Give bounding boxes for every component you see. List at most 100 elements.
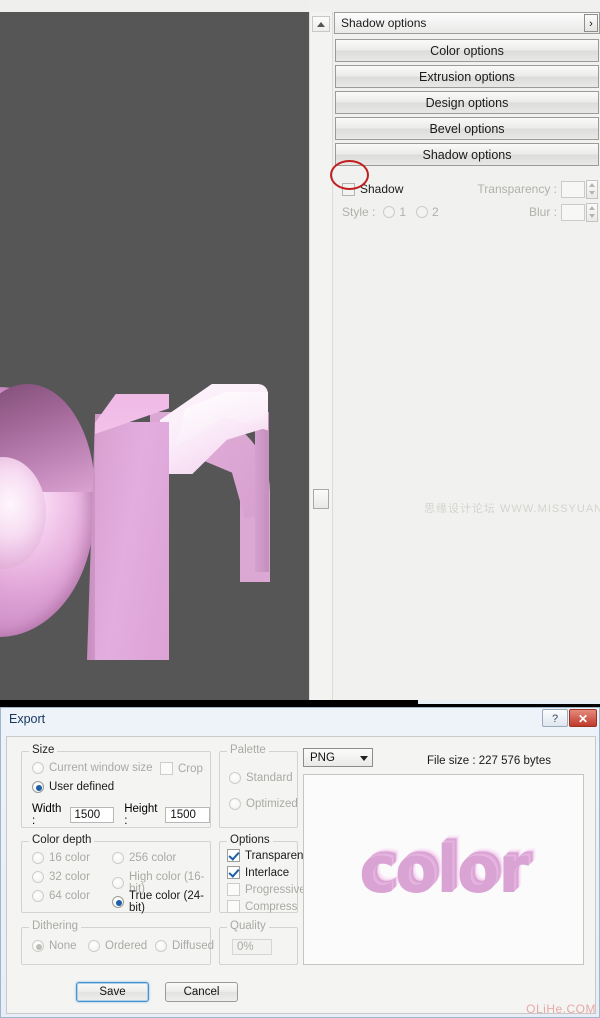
compress-checkbox[interactable] [227,900,240,913]
palette-standard-label: Standard [246,772,293,784]
format-select-value: PNG [304,752,335,764]
dither-diffused-radio[interactable] [155,940,167,952]
export-preview-word: color [359,831,528,908]
file-size-label: File size : 227 576 bytes [427,755,551,767]
shadow-style-radio-1[interactable] [383,206,395,218]
export-dialog-title: Export [9,712,45,726]
color-64-radio[interactable] [32,890,44,902]
color-256-option[interactable]: 256 color [112,852,176,864]
panel-title-label: Shadow options [335,16,426,30]
artwork-letter-r-arm-edge [255,412,269,572]
quality-group-caption: Quality [227,920,269,932]
dithering-group-caption: Dithering [29,920,81,932]
height-input[interactable]: 1500 [165,807,210,823]
dither-ordered-radio[interactable] [88,940,100,952]
shadow-style-label: Style : [342,205,375,219]
crop-checkbox[interactable] [160,762,173,775]
transparency-control: Transparency : [477,180,598,199]
blur-spinner[interactable] [561,203,598,222]
color-depth-group: Color depth 16 color 256 color 32 color … [21,841,211,913]
artwork-canvas[interactable] [0,12,309,700]
spinner-up-icon [589,183,595,187]
palette-optimized-radio[interactable] [229,798,241,810]
dither-none-option[interactable]: None [32,940,77,952]
shadow-style-radio-2[interactable] [416,206,428,218]
panel-expand-chevron-icon[interactable]: › [584,14,598,32]
shadow-checkbox[interactable] [342,183,355,196]
transparent-option[interactable]: Transparent [227,849,307,862]
true-color-radio[interactable] [112,896,124,908]
crop-option[interactable]: Crop [160,762,203,775]
transparent-checkbox[interactable] [227,849,240,862]
size-group-caption: Size [29,744,57,756]
high-color-radio[interactable] [112,877,124,889]
color-32-option[interactable]: 32 color [32,871,90,883]
color-32-radio[interactable] [32,871,44,883]
quality-group: Quality 0% [219,927,298,965]
color-options-button[interactable]: Color options [335,39,599,62]
current-window-size-option[interactable]: Current window size [32,762,153,774]
compress-option[interactable]: Compress [227,900,297,913]
progressive-checkbox[interactable] [227,883,240,896]
palette-group-caption: Palette [227,744,269,756]
export-dialog-body: Size Current window size Crop User defin… [6,736,596,1014]
shadow-style-2-label: 2 [432,205,439,219]
watermark-olihe: OLiHe.COM [526,1002,596,1016]
true-color-option[interactable]: True color (24-bit) [112,890,210,914]
save-button[interactable]: Save [76,982,149,1002]
transparent-label: Transparent [245,850,307,862]
transparency-input[interactable] [561,181,585,198]
palette-optimized-option[interactable]: Optimized [229,798,298,810]
transparency-spinner[interactable] [561,180,598,199]
user-defined-option[interactable]: User defined [32,781,114,793]
dither-ordered-option[interactable]: Ordered [88,940,147,952]
dither-diffused-label: Diffused [172,940,214,952]
bevel-options-button[interactable]: Bevel options [335,117,599,140]
current-window-size-radio[interactable] [32,762,44,774]
palette-optimized-label: Optimized [246,798,298,810]
palette-standard-radio[interactable] [229,772,241,784]
color-16-radio[interactable] [32,852,44,864]
format-select[interactable]: PNG [303,748,373,767]
color-256-radio[interactable] [112,852,124,864]
interlace-option[interactable]: Interlace [227,866,289,879]
panel-splitter-handle[interactable] [313,489,329,509]
scroll-up-button[interactable] [312,16,330,32]
color-64-option[interactable]: 64 color [32,890,90,902]
help-button[interactable]: ? [542,709,568,727]
blur-spinner-arrows-icon[interactable] [586,203,598,222]
progressive-option[interactable]: Progressive [227,883,306,896]
width-input[interactable]: 1500 [70,807,115,823]
transparency-spinner-arrows-icon[interactable] [586,180,598,199]
height-label: Height : [124,803,161,827]
dither-diffused-option[interactable]: Diffused [155,940,214,952]
dither-none-radio[interactable] [32,940,44,952]
current-window-size-label: Current window size [49,762,153,774]
true-color-label: True color (24-bit) [129,890,210,914]
canvas-vertical-scrollbar[interactable] [309,12,333,700]
color-32-label: 32 color [49,871,90,883]
export-dialog-title-bar[interactable]: Export ? ✕ [1,708,599,732]
interlace-checkbox[interactable] [227,866,240,879]
options-panel: Shadow options › Color options Extrusion… [334,12,600,700]
export-preview-stage: color [304,775,583,964]
spinner-down-icon [589,191,595,195]
options-group: Options Transparent Interlace Progressiv… [219,841,298,913]
cancel-button[interactable]: Cancel [165,982,238,1002]
palette-standard-option[interactable]: Standard [229,772,293,784]
dithering-group: Dithering None Ordered Diffused [21,927,211,965]
design-options-button[interactable]: Design options [335,91,599,114]
shadow-style-row: Style : 1 2 Blur : [342,200,600,224]
palette-group: Palette Standard Optimized [219,751,298,828]
export-dialog: Export ? ✕ Size Current window size Crop… [0,707,600,1018]
shadow-options-button[interactable]: Shadow options [335,143,599,166]
export-preview[interactable]: color [303,774,584,965]
width-label: Width : [32,803,66,827]
close-button[interactable]: ✕ [569,709,597,727]
user-defined-label: User defined [49,781,114,793]
extrusion-options-button[interactable]: Extrusion options [335,65,599,88]
user-defined-radio[interactable] [32,781,44,793]
quality-input[interactable]: 0% [232,939,272,955]
blur-input[interactable] [561,204,585,221]
color-16-option[interactable]: 16 color [32,852,90,864]
